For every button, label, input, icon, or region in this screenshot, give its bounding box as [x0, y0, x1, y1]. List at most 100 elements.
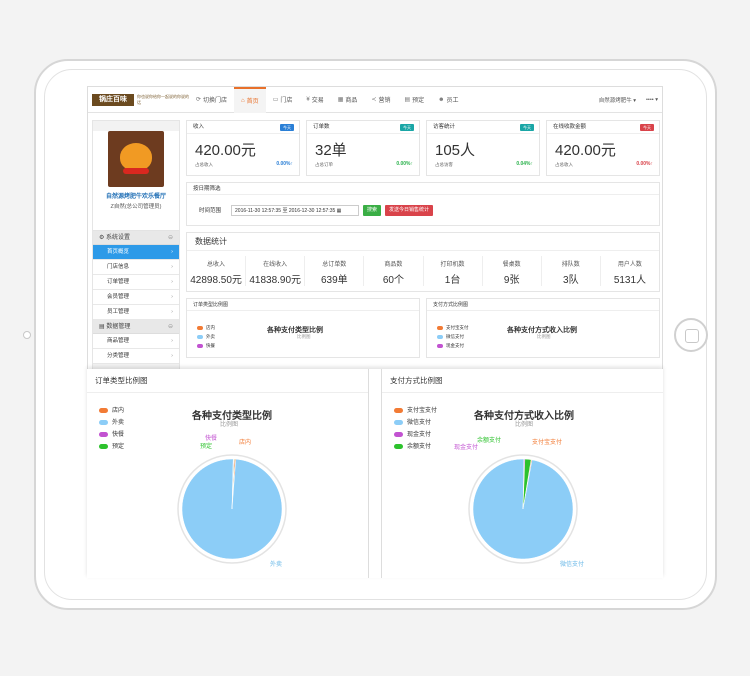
nav-reserve[interactable]: ▤ 预定	[397, 87, 431, 113]
stat-label: 总订单数	[322, 262, 347, 268]
group-label: 系统设置	[106, 235, 131, 241]
nav-trade[interactable]: ¥ 交易	[299, 87, 330, 113]
stat-label: 商品数	[384, 262, 403, 268]
item-label: 分类管理	[107, 353, 130, 359]
range-label: 时间范围	[199, 208, 222, 214]
store-name[interactable]: 自然源烤肥牛欢乐餐厅	[93, 191, 179, 200]
yen-icon: ¥	[306, 96, 310, 103]
store-selector[interactable]: 自然源烤肥牛 ▾	[599, 96, 636, 104]
nav-switch-store[interactable]: ⟳ 切换门店	[189, 87, 234, 113]
toggle-icon: ⊖	[167, 235, 173, 241]
send-today-stats-button[interactable]: 发送今日销售统计	[385, 204, 434, 216]
stat-value: 5131人	[613, 275, 647, 286]
zoomed-charts-overlay: 订单类型比例图 店内 外卖 快餐 预定 各种支付类型比例 比例图 快餐 预定 店…	[87, 369, 663, 578]
stats-row: 总收入 42898.50元 在线收入 41838.90元 总订单数 639单 商品数 6…	[187, 251, 659, 291]
legend-swatch	[394, 431, 403, 437]
stat-label: 在线收入	[263, 262, 288, 268]
legend-label: 支付宝支付	[446, 325, 469, 330]
sidebar-item-category[interactable]: 分类管理 ›	[93, 349, 179, 364]
legend-swatch	[394, 443, 403, 449]
sidebar-group-data[interactable]: ▤ 数据管理 ⊖	[93, 320, 179, 334]
stat-tables: 餐桌数 9张	[483, 256, 542, 286]
mini-panel-payment: 支付方式比例图 支付宝支付 微信支付 现金支付 各种支付方式收入比例 比例图	[426, 298, 660, 358]
nav-home[interactable]: ⌂ 首页	[234, 87, 266, 113]
legend-swatch	[99, 431, 108, 437]
legend-label: 微信支付	[407, 420, 432, 426]
card-visitors: 访客统计 今天 105人 占总访客 0.04%↑	[426, 120, 540, 176]
card-value: 32单	[315, 142, 347, 159]
main-content: 收入 今天 420.00元 占总收入 0.00%↑ 订单数 今天 32单 占总订…	[186, 120, 660, 358]
card-value: 105人	[435, 142, 476, 159]
sidebar-item-overview[interactable]: 首页概览 ›	[93, 245, 179, 260]
nav-staff[interactable]: ☻ 员工	[431, 87, 465, 113]
stat-value: 42898.50元	[190, 275, 242, 286]
sidebar-item-members[interactable]: 会员管理 ›	[93, 290, 179, 305]
monitor-icon: ▭	[272, 97, 279, 103]
top-nav-bar: 锅庄百味 你也说你给你一起说的你说的话 ⟳ 切换门店 ⌂ 首页 ▭ 门店 ¥ 交易 ▦ 商…	[88, 87, 662, 113]
legend-item: 余额支付	[394, 441, 431, 450]
legend-item: 现金支付	[394, 429, 431, 438]
legend-item: 支付宝支付	[437, 325, 469, 331]
nav-label: 营销	[378, 98, 391, 104]
card-pct: 0.00%↑	[636, 161, 653, 167]
legend-swatch	[394, 407, 403, 413]
slice-label-zhifubao: 支付宝支付	[532, 440, 563, 446]
sidebar-item-goods[interactable]: 商品管理 ›	[93, 334, 179, 349]
legend-label: 外卖	[112, 420, 125, 426]
item-label: 首页概览	[107, 249, 130, 255]
legend-item: 外卖	[99, 417, 124, 426]
item-label: 门店信息	[107, 264, 130, 270]
nav-goods[interactable]: ▦ 商品	[331, 87, 365, 113]
nav-label: 交易	[311, 98, 324, 104]
card-value: 420.00元	[555, 142, 616, 159]
stat-value: 41838.90元	[249, 275, 302, 286]
legend-label: 预定	[112, 444, 125, 450]
brand-logo: 锅庄百味	[92, 93, 134, 106]
slice-label-yuding: 预定	[200, 444, 213, 450]
sidebar-group-system[interactable]: ⚙ 系统设置 ⊖	[93, 231, 179, 245]
today-badge: 今天	[640, 124, 654, 131]
date-value: 2016-11-30 12:57:35 至 2016-12-30 12:57:3…	[235, 207, 336, 214]
item-label: 会员管理	[107, 294, 130, 300]
card-pct: 0.00%↑	[276, 161, 293, 167]
panel-title: 支付方式比例图	[382, 369, 663, 393]
legend-label: 现金支付	[446, 343, 464, 348]
filter-row: 时间范围 2016-11-30 12:57:35 至 2016-12-30 12…	[187, 195, 659, 225]
group-label: 数据管理	[106, 324, 131, 330]
stat-value: 3队	[563, 275, 579, 286]
stat-value: 1台	[444, 275, 461, 286]
legend-swatch	[99, 419, 108, 425]
sidebar-item-staff[interactable]: 员工管理 ›	[93, 305, 179, 320]
item-label: 商品管理	[107, 338, 130, 344]
mini-head: 订单类型比例图	[187, 299, 419, 311]
sidebar-item-store-info[interactable]: 门店信息 ›	[93, 260, 179, 275]
search-button[interactable]: 搜索	[363, 204, 382, 216]
item-label: 订单管理	[107, 279, 130, 285]
today-badge: 今天	[520, 124, 534, 131]
mini-title: 各种支付类型比例	[267, 327, 323, 334]
nav-marketing[interactable]: ≺ 营销	[364, 87, 397, 113]
store-role: Z自然(总公司管理员)	[110, 204, 162, 210]
nav-label: 商品	[345, 98, 358, 104]
nav-store[interactable]: ▭ 门店	[266, 87, 300, 113]
home-button[interactable]	[674, 318, 708, 352]
legend-swatch	[394, 419, 403, 425]
date-range-input[interactable]: 2016-11-30 12:57:35 至 2016-12-30 12:57:3…	[231, 204, 360, 216]
toggle-icon: ⊖	[167, 324, 173, 330]
legend-label: 店内	[112, 408, 125, 414]
sidebar-item-orders[interactable]: 订单管理 ›	[93, 275, 179, 290]
user-menu[interactable]: •••• ▾	[646, 97, 658, 103]
legend-label: 支付宝支付	[407, 408, 438, 414]
card-income: 收入 今天 420.00元 占总收入 0.00%↑	[186, 120, 300, 176]
stat-value: 60个	[382, 275, 404, 286]
brand-tagline: 你也说你给你一起说的你说的话	[137, 93, 189, 105]
chevron-right-icon: ›	[171, 294, 173, 300]
stat-label: 餐桌数	[502, 262, 521, 268]
user-icon: ☻	[438, 96, 445, 103]
card-value: 420.00元	[195, 142, 256, 159]
legend-label: 余额支付	[407, 444, 432, 450]
legend-item: 支付宝支付	[394, 405, 437, 414]
nav-label: 首页	[246, 99, 259, 105]
mini-head: 支付方式比例图	[427, 299, 659, 311]
grid-icon: ▦	[337, 97, 344, 103]
